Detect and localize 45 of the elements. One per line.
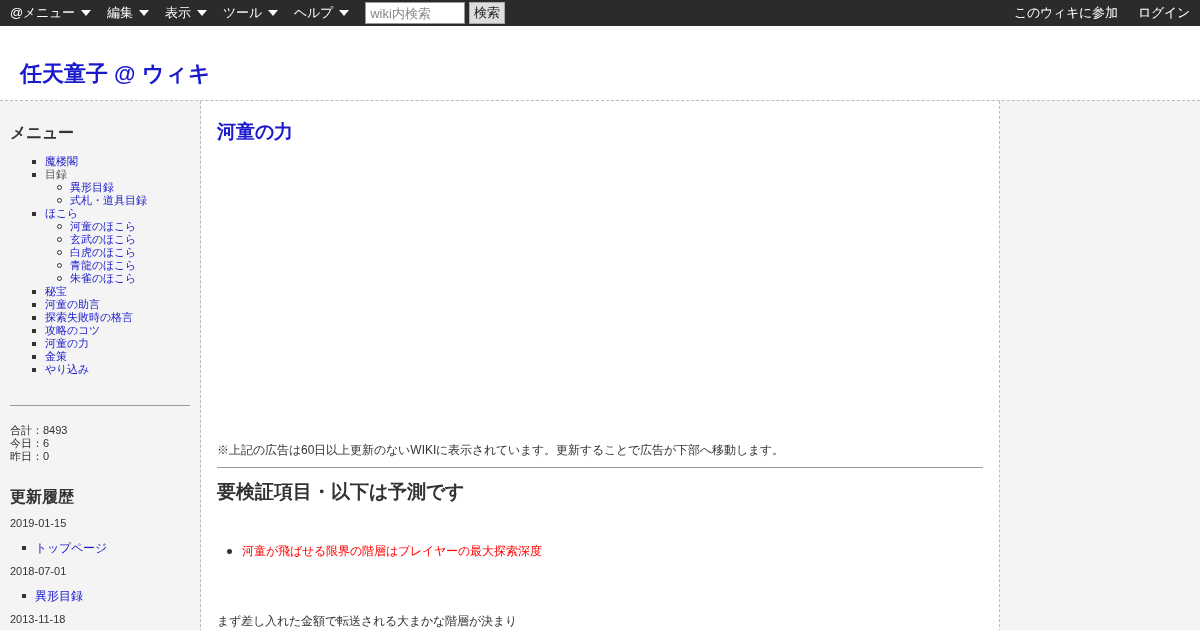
history-date: 2019-01-15 (10, 517, 68, 530)
list-text: 河童が飛ばせる限界の階層はプレイヤーの最大探索深度 (242, 543, 542, 560)
bullet-icon (227, 548, 232, 554)
menu-button[interactable]: ツール (223, 3, 279, 23)
menu-button[interactable]: ヘルプ (294, 3, 350, 23)
bullet-icon (22, 546, 26, 550)
top-link[interactable]: このウィキに参加 (1014, 3, 1118, 23)
bullet-icon (32, 159, 36, 164)
history-heading: 更新履歴 (10, 487, 75, 507)
site-title[interactable]: 任天童子 @ ウィキ (20, 57, 211, 90)
caret-icon (81, 10, 92, 16)
bullet-icon (32, 328, 36, 333)
menu-button[interactable]: 編集 (107, 3, 150, 23)
top-link[interactable]: ログイン (1138, 3, 1190, 23)
counter-text: 合計：8493 (10, 424, 69, 437)
history-link[interactable]: トップページ (35, 539, 107, 557)
bullet-icon (32, 354, 36, 359)
sidebar-link[interactable]: 魔楼閣 (45, 153, 78, 170)
caret-icon (139, 10, 150, 16)
bullet-icon (32, 302, 36, 307)
caret-icon (268, 10, 279, 16)
caret-icon (197, 10, 208, 16)
bullet-icon (32, 289, 36, 294)
menu-button[interactable]: 表示 (165, 3, 208, 23)
ad-notice: ※上記の広告は60日以上更新のないWIKIに表示されています。更新することで広告が下部へ移動します。 (217, 441, 786, 459)
counter-text: 今日：6 (10, 437, 51, 450)
history-link[interactable]: 異形目録 (35, 587, 83, 605)
sidebar-label: 目録 (45, 167, 67, 183)
search-button[interactable]: 検索 (469, 2, 506, 24)
section-heading: 要検証項目・以下は予測です (217, 479, 465, 504)
bullet-icon (32, 172, 36, 177)
bullet-icon (32, 341, 36, 346)
counter-text: 昨日：0 (10, 450, 51, 463)
page-title: 河童の力 (217, 120, 294, 144)
history-date: 2013-11-18 (10, 613, 67, 626)
sidebar-heading: メニュー (10, 123, 75, 143)
bullet-icon (32, 315, 36, 320)
bullet-icon (22, 594, 26, 598)
bullet-icon (32, 367, 36, 372)
menu-button[interactable]: @メニュー (10, 3, 92, 23)
search-field[interactable]: wiki内検索 (365, 2, 466, 24)
history-date: 2018-07-01 (10, 565, 68, 578)
paragraph-text: まず差し入れた金額で転送される大まかな階層が決まり (217, 613, 518, 630)
caret-icon (339, 10, 350, 16)
bullet-icon (32, 211, 36, 216)
